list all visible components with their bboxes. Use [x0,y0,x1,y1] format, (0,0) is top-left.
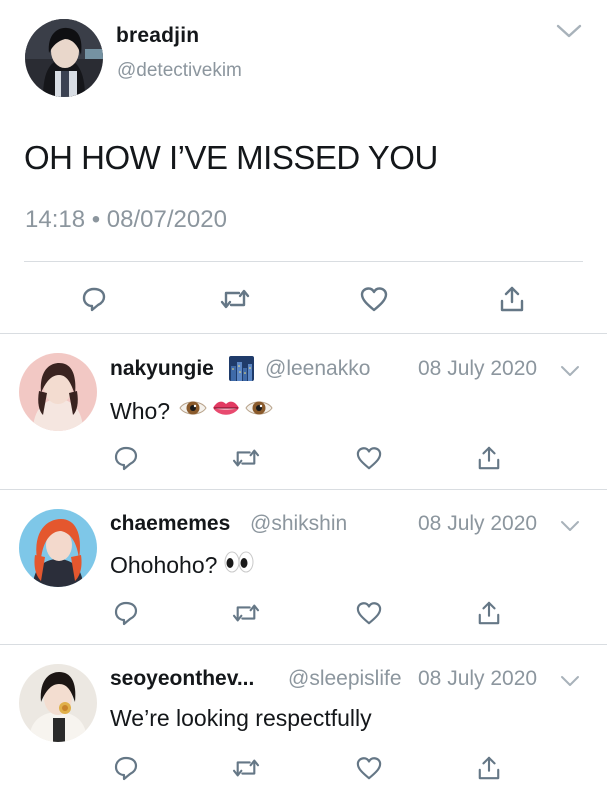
eye-emoji [178,396,208,426]
reply-display-name[interactable]: chaememes [110,512,230,536]
heart-icon[interactable] [353,442,385,474]
lips-emoji [211,396,241,426]
reply-handle[interactable]: @shikshin [250,512,347,536]
chevron-down-icon[interactable] [560,675,580,687]
avatar-photo-icon [19,664,97,742]
reply-text: We’re looking respectfully [110,705,372,732]
reply-avatar[interactable] [19,353,97,431]
divider [0,333,607,334]
reply-text: Ohohoho? [110,550,255,580]
avatar-photo-icon [25,19,103,97]
avatar-photo-icon [19,509,97,587]
reply-icon[interactable] [110,442,142,474]
heart-icon[interactable] [353,752,385,784]
main-handle[interactable]: @detectivekim [117,60,242,82]
share-icon[interactable] [474,442,504,474]
tweet-timestamp[interactable]: 14:18 • 08/07/2020 [25,206,227,234]
eye-emoji [244,396,274,426]
retweet-icon[interactable] [217,283,253,315]
retweet-icon[interactable] [229,752,263,784]
divider [0,644,607,645]
reply-icon[interactable] [110,597,142,629]
divider [0,489,607,490]
reply-display-name[interactable]: nakyungie [110,357,214,381]
main-display-name[interactable]: breadjin [116,24,199,48]
chevron-down-icon[interactable] [555,22,583,40]
reply-icon[interactable] [110,752,142,784]
reply-date[interactable]: 08 July 2020 [418,357,537,381]
reply-date[interactable]: 08 July 2020 [418,667,537,691]
chevron-down-icon[interactable] [560,365,580,377]
reply-text: Who? [110,396,274,426]
divider [24,261,583,262]
reply-text-content: We’re looking respectfully [110,705,372,731]
heart-icon[interactable] [358,283,390,315]
retweet-icon[interactable] [229,442,263,474]
reply-text-content: Ohohoho? [110,551,218,578]
reply-handle[interactable]: @sleepislife [288,667,402,691]
reply-icon[interactable] [78,283,110,315]
share-icon[interactable] [474,597,504,629]
reply-avatar[interactable] [19,509,97,587]
reply-display-name[interactable]: seoyeonthev... [110,667,254,691]
heart-icon[interactable] [353,597,385,629]
reply-date[interactable]: 08 July 2020 [418,512,537,536]
main-avatar[interactable] [25,19,103,97]
tweet-text: OH HOW I’VE MISSED YOU [24,139,438,176]
share-icon[interactable] [474,752,504,784]
eyes-emoji [223,550,255,580]
chevron-down-icon[interactable] [560,520,580,532]
avatar-photo-icon [19,353,97,431]
reply-avatar[interactable] [19,664,97,742]
reply-handle[interactable]: @leenakko [265,357,370,381]
reply-text-content: Who? [110,397,171,424]
retweet-icon[interactable] [229,597,263,629]
city-night-emoji [229,356,254,381]
share-icon[interactable] [496,283,528,315]
